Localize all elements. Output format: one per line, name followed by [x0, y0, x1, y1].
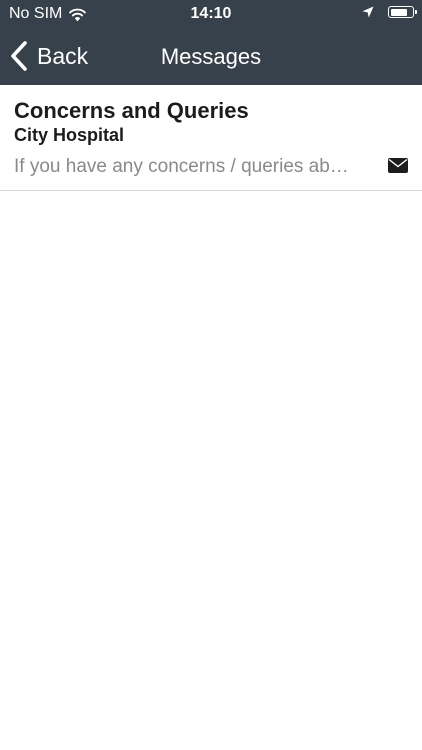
message-list: Concerns and Queries City Hospital If yo…	[0, 85, 422, 191]
header: No SIM 14:10 Back Messages	[0, 0, 422, 85]
message-title: Concerns and Queries	[14, 98, 249, 123]
location-arrow-icon	[362, 6, 374, 18]
messages-screen: No SIM 14:10 Back Messages Concerns and …	[0, 0, 422, 750]
battery-icon	[388, 6, 417, 18]
message-item[interactable]: Concerns and Queries City Hospital If yo…	[0, 85, 422, 191]
status-time: 14:10	[190, 5, 232, 22]
message-preview: If you have any concerns / queries ab…	[14, 156, 349, 177]
status-right	[362, 6, 417, 18]
nav-bar: Back Messages	[0, 30, 422, 85]
status-bar: No SIM 14:10	[0, 0, 422, 30]
page-title: Messages	[160, 44, 262, 69]
message-sender: City Hospital	[14, 125, 125, 145]
battery-fill	[390, 8, 407, 16]
envelope-icon	[388, 158, 408, 173]
